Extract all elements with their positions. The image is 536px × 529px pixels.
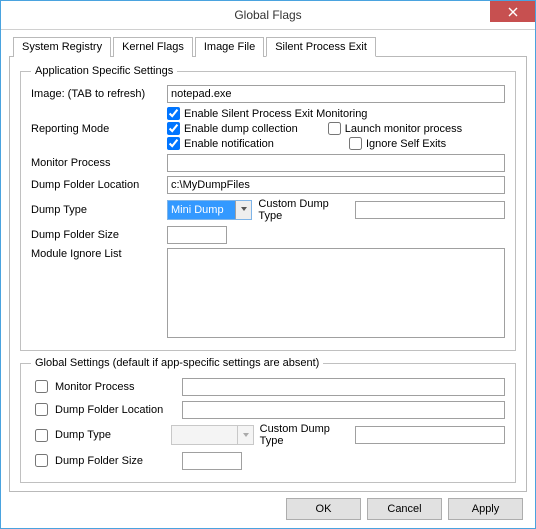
image-input[interactable] [167,85,505,103]
chk-enable-dump-label: Enable dump collection [184,123,298,135]
custom-dump-label: Custom Dump Type [258,198,349,222]
gs-chk-dump-type[interactable] [35,429,48,442]
titlebar: Global Flags [1,1,535,30]
ok-button[interactable]: OK [286,498,361,520]
chevron-down-icon [243,433,249,437]
custom-dump-input[interactable] [355,201,505,219]
gs-chk-dump-folder-size[interactable] [35,454,48,467]
dump-folder-size-input[interactable] [167,226,227,244]
image-label: Image: (TAB to refresh) [31,88,161,100]
gs-dump-folder-label: Dump Folder Location [55,404,163,416]
tab-kernel-flags[interactable]: Kernel Flags [113,37,193,57]
chk-enable-monitoring[interactable] [167,107,180,120]
chk-enable-monitoring-label: Enable Silent Process Exit Monitoring [184,108,367,120]
gs-chk-monitor-process[interactable] [35,380,48,393]
gs-monitor-process-input[interactable] [182,378,505,396]
gs-custom-dump-input[interactable] [355,426,505,444]
tab-silent-process-exit[interactable]: Silent Process Exit [266,37,376,57]
close-button[interactable] [490,1,535,22]
dump-type-combo[interactable]: Mini Dump [167,200,252,220]
gs-custom-dump-label: Custom Dump Type [260,423,349,447]
chk-enable-notif[interactable] [167,137,180,150]
module-ignore-textarea[interactable] [167,248,505,338]
window-title: Global Flags [234,8,301,22]
dump-type-label: Dump Type [31,204,161,216]
chk-enable-notif-label: Enable notification [184,138,274,150]
global-settings-legend: Global Settings (default if app-specific… [31,357,323,369]
chevron-down-icon [241,207,247,211]
reporting-mode-label: Reporting Mode [31,107,161,135]
app-specific-legend: Application Specific Settings [31,65,177,77]
apply-button[interactable]: Apply [448,498,523,520]
gs-dump-folder-input[interactable] [182,401,505,419]
global-flags-window: Global Flags System Registry Kernel Flag… [0,0,536,529]
chk-ignore-self[interactable] [349,137,362,150]
gs-monitor-process-label: Monitor Process [55,381,134,393]
gs-dump-type-label: Dump Type [55,429,111,441]
global-settings-group: Global Settings (default if app-specific… [20,357,516,483]
chk-launch-monitor[interactable] [328,122,341,135]
module-ignore-label: Module Ignore List [31,248,161,260]
gs-chk-dump-folder[interactable] [35,403,48,416]
close-icon [508,7,518,17]
tab-system-registry[interactable]: System Registry [13,37,111,57]
dump-folder-label: Dump Folder Location [31,179,161,191]
chk-ignore-self-label: Ignore Self Exits [366,138,446,150]
app-specific-group: Application Specific Settings Image: (TA… [20,65,516,351]
button-bar: OK Cancel Apply [9,492,527,520]
gs-dump-type-combo[interactable] [171,425,254,445]
monitor-process-input[interactable] [167,154,505,172]
client-area: System Registry Kernel Flags Image File … [1,30,535,528]
tab-panel: Application Specific Settings Image: (TA… [9,57,527,492]
gs-dump-folder-size-label: Dump Folder Size [55,455,143,467]
dump-folder-size-label: Dump Folder Size [31,229,161,241]
tab-strip: System Registry Kernel Flags Image File … [9,36,527,57]
gs-dump-folder-size-input[interactable] [182,452,242,470]
chk-enable-dump[interactable] [167,122,180,135]
chk-launch-monitor-label: Launch monitor process [345,123,462,135]
tab-image-file[interactable]: Image File [195,37,264,57]
dump-folder-input[interactable] [167,176,505,194]
monitor-process-label: Monitor Process [31,157,161,169]
cancel-button[interactable]: Cancel [367,498,442,520]
